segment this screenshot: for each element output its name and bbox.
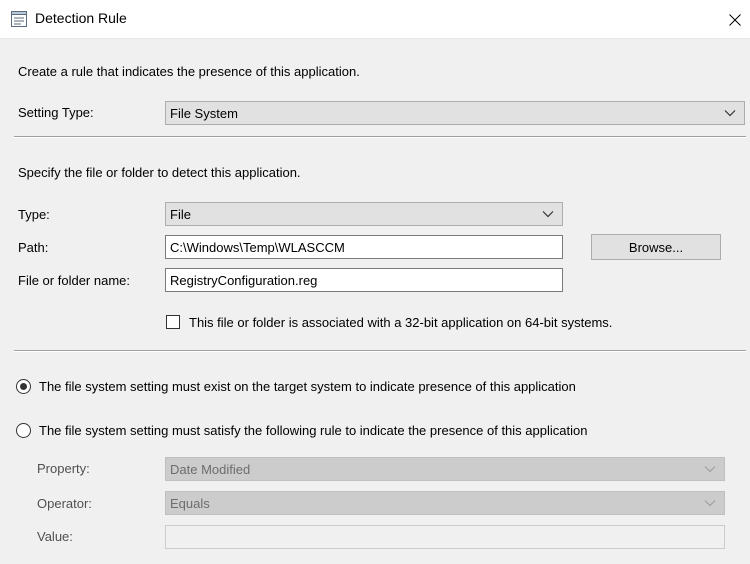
intro-text: Create a rule that indicates the presenc… xyxy=(18,64,360,79)
path-value: C:\Windows\Temp\WLASCCM xyxy=(170,239,345,255)
type-value: File xyxy=(170,206,191,222)
chevron-down-icon xyxy=(704,466,716,473)
browse-button-label: Browse... xyxy=(628,239,684,255)
rule-radio-label[interactable]: The file system setting must satisfy the… xyxy=(39,423,587,438)
value-label: Value: xyxy=(37,529,73,544)
file-name-value: RegistryConfiguration.reg xyxy=(170,272,318,288)
value-input[interactable] xyxy=(165,525,725,549)
setting-type-dropdown[interactable]: File System xyxy=(165,101,745,125)
file-name-input[interactable]: RegistryConfiguration.reg xyxy=(165,268,563,292)
window-title: Detection Rule xyxy=(35,10,127,26)
exist-radio[interactable] xyxy=(16,379,31,394)
browse-button[interactable]: Browse... xyxy=(591,234,721,260)
rule-list-icon xyxy=(11,11,27,27)
operator-dropdown[interactable]: Equals xyxy=(165,491,725,515)
property-value: Date Modified xyxy=(170,461,251,477)
chevron-down-icon xyxy=(704,500,716,507)
radio-selected-dot xyxy=(20,383,27,390)
chevron-down-icon xyxy=(724,110,736,117)
file-name-label: File or folder name: xyxy=(18,273,130,288)
path-label: Path: xyxy=(18,240,49,255)
operator-value: Equals xyxy=(170,495,210,511)
setting-type-label: Setting Type: xyxy=(18,105,94,120)
divider xyxy=(14,136,746,138)
32bit-checkbox[interactable] xyxy=(166,315,180,329)
dialog-body: Create a rule that indicates the presenc… xyxy=(0,40,750,564)
file-section-heading: Specify the file or folder to detect thi… xyxy=(18,165,301,180)
setting-type-value: File System xyxy=(170,105,238,121)
property-label: Property: xyxy=(37,461,90,476)
32bit-checkbox-label[interactable]: This file or folder is associated with a… xyxy=(189,315,612,330)
close-icon xyxy=(729,13,741,26)
type-dropdown[interactable]: File xyxy=(165,202,563,226)
divider xyxy=(14,350,746,352)
operator-label: Operator: xyxy=(37,496,92,511)
close-button[interactable] xyxy=(720,0,750,39)
rule-radio[interactable] xyxy=(16,423,31,438)
property-dropdown[interactable]: Date Modified xyxy=(165,457,725,481)
type-label: Type: xyxy=(18,207,50,222)
exist-radio-label[interactable]: The file system setting must exist on th… xyxy=(39,379,576,394)
title-bar: Detection Rule xyxy=(0,0,750,39)
path-input[interactable]: C:\Windows\Temp\WLASCCM xyxy=(165,235,563,259)
chevron-down-icon xyxy=(542,211,554,218)
